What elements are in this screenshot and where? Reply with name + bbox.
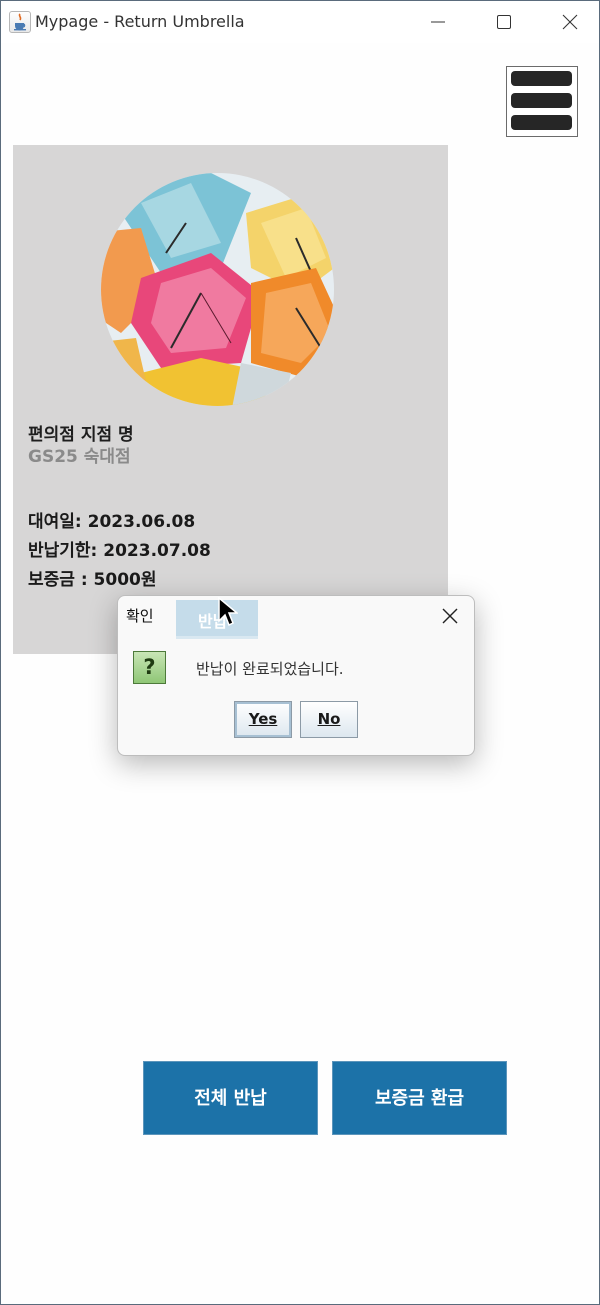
yes-button[interactable]: Yes	[234, 701, 292, 738]
rental-info-card: 편의점 지점 명 GS25 숙대점 대여일: 2023.06.08 반납기한: …	[13, 145, 448, 654]
deposit-refund-button[interactable]: 보증금 환급	[332, 1061, 507, 1135]
confirm-dialog: 확인 반납 ? 반납이 완료되었습니다. Yes No	[117, 595, 475, 756]
title-bar[interactable]: Mypage - Return Umbrella	[1, 1, 599, 43]
return-all-button[interactable]: 전체 반납	[143, 1061, 318, 1135]
question-icon: ?	[133, 651, 166, 684]
minimize-button[interactable]	[405, 1, 471, 43]
rental-date: 대여일: 2023.06.08	[28, 512, 196, 532]
menu-bar-middle	[511, 93, 572, 108]
mouse-cursor-icon	[218, 597, 238, 627]
maximize-button[interactable]	[471, 1, 537, 43]
java-app-icon	[9, 11, 31, 33]
dialog-close-button[interactable]	[440, 606, 460, 626]
store-name: GS25 숙대점	[28, 447, 131, 467]
menu-bar-bottom	[511, 115, 572, 130]
close-window-button[interactable]	[537, 1, 599, 43]
close-icon	[562, 14, 578, 30]
ghost-return-button: 반납	[176, 600, 258, 639]
dialog-title: 확인	[126, 607, 154, 625]
window-title: Mypage - Return Umbrella	[35, 12, 245, 31]
app-window: Mypage - Return Umbrella 편의점 지점 명 GS25 숙…	[0, 0, 600, 1305]
due-date: 반납기한: 2023.07.08	[28, 541, 211, 561]
umbrellas-photo	[101, 173, 334, 406]
minimize-icon	[431, 21, 445, 23]
dialog-message: 반납이 완료되었습니다.	[196, 660, 344, 678]
close-icon	[442, 608, 458, 624]
deposit-amount: 보증금 : 5000원	[28, 570, 157, 590]
no-button[interactable]: No	[300, 701, 358, 738]
maximize-icon	[497, 15, 511, 29]
hamburger-menu-button[interactable]	[506, 66, 578, 137]
hamburger-menu-icon	[511, 71, 572, 86]
